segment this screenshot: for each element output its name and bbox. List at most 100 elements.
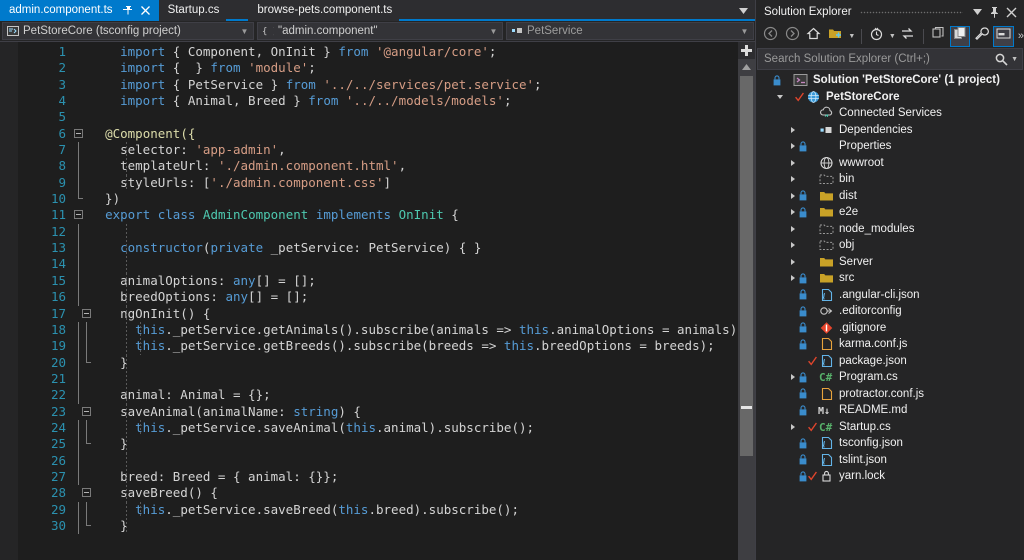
tree-item[interactable]: e2e [756,204,1024,221]
project-dropdown[interactable]: PetStoreCore (tsconfig project) ▼ [2,22,254,40]
home-button[interactable] [803,26,824,47]
code-scroll-region[interactable]: 1 import { Component, OnInit } from '@an… [18,42,755,560]
tree-item[interactable]: tsconfig.json [756,435,1024,452]
refresh-button[interactable] [928,26,949,47]
tree-item[interactable]: Solution 'PetStoreCore' (1 project) [756,72,1024,89]
fold-margin[interactable] [68,453,90,469]
tree-item[interactable]: node_modules [756,221,1024,238]
code-line[interactable]: 3 import { PetService } from '../../serv… [18,77,755,93]
editor-tab[interactable]: Startup.cs [159,0,227,21]
tree-item[interactable]: obj [756,237,1024,254]
tree-item[interactable]: tslint.json [756,452,1024,469]
code-line[interactable]: 1 import { Component, OnInit } from '@an… [18,44,755,60]
code-text[interactable]: animal: Animal = {}; [90,387,755,403]
fold-margin[interactable] [68,436,90,452]
fold-margin[interactable] [68,158,90,174]
solution-explorer-tree[interactable]: Solution 'PetStoreCore' (1 project)PetSt… [756,70,1024,560]
editor-tab[interactable]: admin.component.ts [0,0,159,21]
code-line[interactable]: 17 ngOnInit() { [18,306,755,322]
fold-margin[interactable] [68,518,90,534]
chevron-down-icon[interactable]: ▼ [488,27,499,36]
editor-tab[interactable]: browse-pets.component.ts [248,0,399,21]
code-line[interactable]: 19 this._petService.getBreeds().subscrib… [18,338,755,354]
pin-button[interactable] [986,2,1003,22]
code-line[interactable]: 27 breed: Breed = { animal: {}}; [18,469,755,485]
code-text[interactable]: import { Animal, Breed } from '../../mod… [90,93,755,109]
show-all-files-button[interactable] [950,26,971,47]
collapse-icon[interactable] [74,129,83,138]
code-text[interactable]: animalOptions: any[] = []; [90,273,755,289]
code-line[interactable]: 6 @Component({ [18,126,755,142]
toolwindow-menu-button[interactable] [969,2,986,22]
tree-item[interactable]: dist [756,188,1024,205]
code-text[interactable]: ngOnInit() { [90,306,755,322]
fold-margin[interactable] [68,256,90,272]
properties-button[interactable] [971,26,992,47]
type-dropdown[interactable]: { } "admin.component" ▼ [257,22,503,40]
code-line[interactable]: 13 constructor(private _petService: PetS… [18,240,755,256]
sync-with-active-document[interactable] [897,26,918,47]
code-text[interactable]: selector: 'app-admin', [90,142,755,158]
fold-margin[interactable] [68,207,90,223]
tree-item[interactable]: C#Program.cs [756,369,1024,386]
code-text[interactable]: templateUrl: './admin.component.html', [90,158,755,174]
close-button[interactable] [1003,2,1020,22]
pending-changes-button[interactable] [866,26,887,47]
code-line[interactable]: 29 this._petService.saveBreed(this.breed… [18,502,755,518]
fold-margin[interactable] [68,175,90,191]
forward-button[interactable] [782,26,803,47]
scrollbar-up-arrow[interactable] [738,60,755,74]
fold-margin[interactable] [68,502,90,518]
chevron-right-icon[interactable] [786,143,799,149]
tree-item[interactable]: M↓README.md [756,402,1024,419]
code-text[interactable]: }) [90,191,755,207]
tab-overflow-button[interactable] [735,0,751,21]
fold-margin[interactable] [68,44,90,60]
code-text[interactable] [90,109,755,125]
code-text[interactable]: this._petService.getAnimals().subscribe(… [90,322,755,338]
chevron-right-icon[interactable] [786,127,799,133]
chevron-down-icon[interactable] [773,95,786,99]
code-line[interactable]: 8 templateUrl: './admin.component.html', [18,158,755,174]
chevron-right-icon[interactable] [786,424,799,430]
fold-margin[interactable] [68,355,90,371]
editor-vertical-scrollbar[interactable] [738,42,755,560]
code-line[interactable]: 18 this._petService.getAnimals().subscri… [18,322,755,338]
code-editor-surface[interactable]: 1 import { Component, OnInit } from '@an… [0,42,755,560]
collapse-icon[interactable] [74,210,83,219]
fold-margin[interactable] [68,126,90,142]
code-text[interactable]: import { Component, OnInit } from '@angu… [90,44,755,60]
code-text[interactable]: breedOptions: any[] = []; [90,289,755,305]
chevron-right-icon[interactable] [786,209,799,215]
chevron-down-icon[interactable]: ▼ [847,26,857,47]
tree-item[interactable]: wwwroot [756,155,1024,172]
tree-item[interactable]: PetStoreCore [756,89,1024,106]
code-text[interactable]: this._petService.getBreeds().subscribe(b… [90,338,755,354]
code-text[interactable]: styleUrls: ['./admin.component.css'] [90,175,755,191]
chevron-down-icon[interactable]: ▼ [1011,56,1018,63]
scrollbar-thumb[interactable] [740,76,753,456]
fold-margin[interactable] [68,404,90,420]
tree-item[interactable]: .editorconfig [756,303,1024,320]
tree-item[interactable]: package.json [756,353,1024,370]
code-text[interactable]: breed: Breed = { animal: {}}; [90,469,755,485]
code-line[interactable]: 30 } [18,518,755,534]
chevron-right-icon[interactable] [786,275,799,281]
code-line[interactable]: 25 } [18,436,755,452]
chevron-right-icon[interactable] [786,242,799,248]
code-text[interactable]: import { } from 'module'; [90,60,755,76]
code-text[interactable]: export class AdminComponent implements O… [90,207,755,223]
tree-item[interactable]: karma.conf.js [756,336,1024,353]
code-text[interactable]: this._petService.saveAnimal(this.animal)… [90,420,755,436]
code-line[interactable]: 12 [18,224,755,240]
code-line[interactable]: 7 selector: 'app-admin', [18,142,755,158]
close-icon[interactable] [140,5,152,17]
code-text[interactable]: this._petService.saveBreed(this.breed).s… [90,502,755,518]
code-text[interactable]: @Component({ [90,126,755,142]
code-line[interactable]: 21 [18,371,755,387]
pin-icon[interactable] [122,5,133,16]
fold-margin[interactable] [68,469,90,485]
code-line[interactable]: 2 import { } from 'module'; [18,60,755,76]
fold-margin[interactable] [68,240,90,256]
code-line[interactable]: 16 breedOptions: any[] = []; [18,289,755,305]
